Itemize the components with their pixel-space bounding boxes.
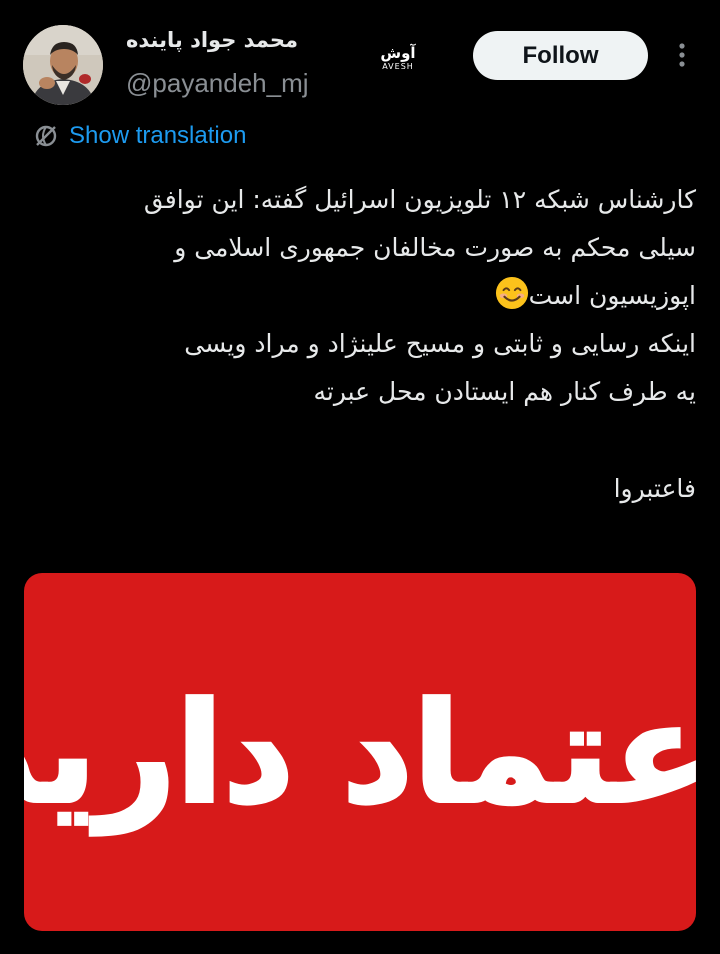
more-vertical-icon	[679, 43, 685, 67]
affiliate-badge[interactable]: آوش AVESH	[374, 44, 422, 78]
show-translation-link[interactable]: Show translation	[33, 120, 246, 152]
tweet-line: سیلی محکم به صورت مخالفان جمهوری اسلامی …	[174, 233, 696, 262]
follow-button[interactable]: Follow	[473, 31, 648, 80]
tweet-line: یه طرف کنار هم ایستادن محل عبرته	[313, 377, 696, 406]
author-display-name[interactable]: محمد جواد پاینده	[126, 28, 326, 52]
tweet-line-with-emoji: اپوزیسیون است	[28, 272, 696, 320]
tweet-media-image[interactable]: اعتماد دارید	[24, 573, 696, 931]
smiling-face-emoji	[495, 276, 528, 310]
tweet-line: کارشناس شبکه ۱۲ تلویزیون اسرائیل گفته: ا…	[143, 185, 696, 214]
avatar[interactable]	[23, 25, 103, 105]
show-translation-label: Show translation	[69, 122, 247, 149]
person-photo-avatar	[23, 25, 103, 105]
globe-translate-icon	[35, 125, 57, 147]
tweet-line: اینکه رسایی و ثابتی و مسیح علینژاد و مرا…	[184, 329, 696, 358]
media-text: اعتماد دارید	[24, 673, 696, 835]
tweet-line: فاعتبروا	[613, 474, 696, 503]
tweet-text: کارشناس شبکه ۱۲ تلویزیون اسرائیل گفته: ا…	[28, 176, 696, 513]
affiliate-badge-text: آوش	[380, 44, 416, 62]
affiliate-badge-subtext: AVESH	[382, 62, 414, 71]
media-calligraphy: اعتماد دارید	[24, 671, 696, 837]
author-handle[interactable]: @payandeh_mj	[126, 68, 309, 99]
tweet-line: اپوزیسیون است	[528, 281, 696, 310]
more-options-button[interactable]	[667, 40, 697, 70]
